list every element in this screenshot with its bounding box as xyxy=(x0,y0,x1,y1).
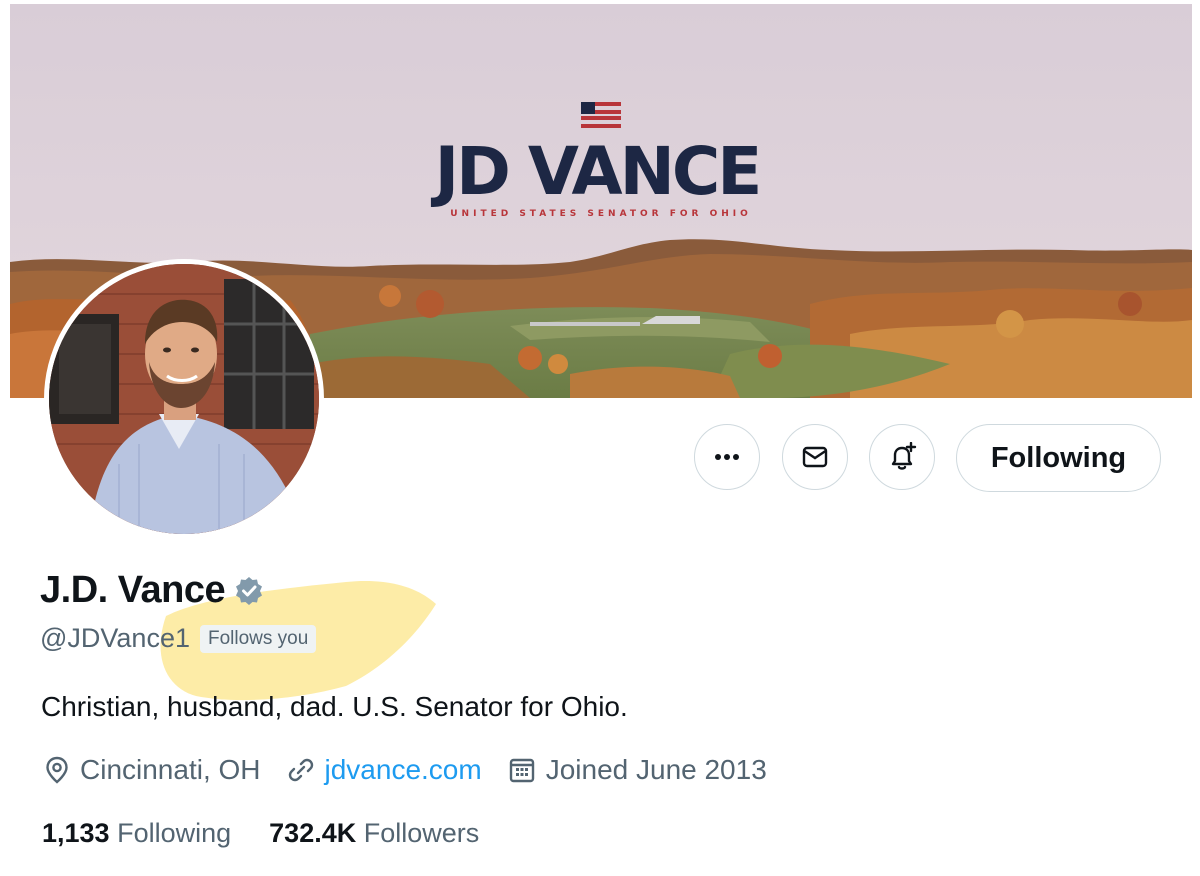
verified-badge-icon[interactable] xyxy=(233,575,265,607)
message-button[interactable] xyxy=(782,424,848,490)
profile-joined: Joined June 2013 xyxy=(508,754,767,786)
avatar[interactable] xyxy=(44,259,324,539)
more-options-button[interactable] xyxy=(694,424,760,490)
more-horizontal-icon xyxy=(715,454,739,460)
calendar-icon xyxy=(509,758,534,783)
bell-plus-icon xyxy=(891,442,917,470)
profile-stats: 1,133 Following 732.4K Followers xyxy=(42,818,517,849)
profile-card: JD VANCE UNITED STATES SENATOR FOR OHIO xyxy=(10,4,1192,874)
ohio-flag-icon xyxy=(581,102,621,128)
location-text: Cincinnati, OH xyxy=(80,754,261,785)
notifications-button[interactable] xyxy=(869,424,935,490)
envelope-icon xyxy=(802,446,828,468)
location-pin-icon xyxy=(46,756,68,784)
website-link[interactable]: jdvance.com xyxy=(325,754,482,786)
followers-stat[interactable]: 732.4K Followers xyxy=(269,818,479,849)
followers-label: Followers xyxy=(363,818,480,848)
profile-website[interactable]: jdvance.com xyxy=(287,754,482,786)
following-label: Following xyxy=(117,818,232,848)
joined-text: Joined June 2013 xyxy=(545,754,767,785)
following-button[interactable]: Following xyxy=(956,424,1161,492)
followers-count: 732.4K xyxy=(269,818,357,848)
profile-name: J.D. Vance xyxy=(40,569,226,611)
profile-bio: Christian, husband, dad. U.S. Senator fo… xyxy=(41,691,628,722)
following-stat[interactable]: 1,133 Following xyxy=(42,818,231,849)
link-icon xyxy=(288,758,313,782)
banner-brand: JD VANCE UNITED STATES SENATOR FOR OHIO xyxy=(10,102,1192,219)
profile-handle: @JDVance1 xyxy=(40,623,190,653)
avatar-photo xyxy=(49,264,319,534)
profile-meta: Cincinnati, OH jdvance.com Joined June 2… xyxy=(44,754,793,786)
profile-handle-row: @JDVance1 Follows you xyxy=(40,623,317,654)
banner-brand-subtitle: UNITED STATES SENATOR FOR OHIO xyxy=(450,209,752,219)
profile-location: Cincinnati, OH xyxy=(44,754,261,786)
banner-brand-name: JD VANCE xyxy=(434,133,763,210)
following-count: 1,133 xyxy=(42,818,110,848)
profile-name-row: J.D. Vance xyxy=(40,569,265,612)
follows-you-badge: Follows you xyxy=(199,624,317,653)
